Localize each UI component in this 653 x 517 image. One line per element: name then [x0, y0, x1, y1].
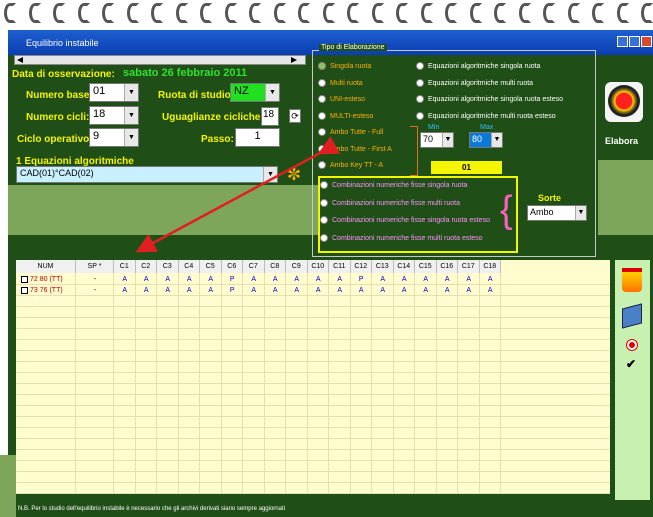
red-arrow: [135, 136, 340, 253]
annotation-arrows: [135, 136, 340, 253]
